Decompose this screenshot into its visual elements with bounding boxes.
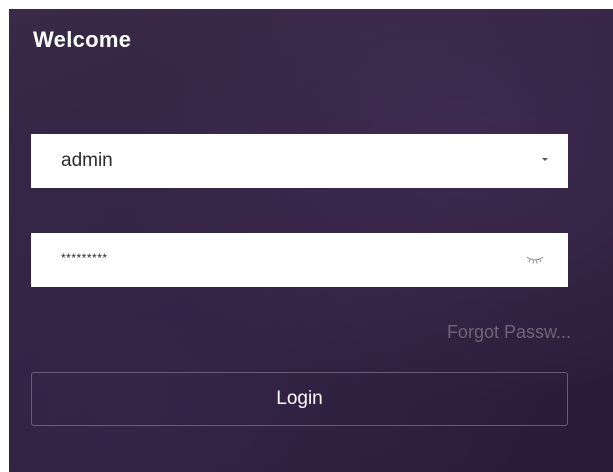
chevron-down-icon[interactable]: [542, 158, 548, 161]
username-value: admin: [61, 150, 113, 171]
login-button[interactable]: Login: [31, 372, 568, 426]
username-select[interactable]: admin: [31, 134, 568, 188]
forgot-password-link[interactable]: Forgot Passw...: [447, 322, 571, 343]
eye-closed-icon[interactable]: [526, 254, 544, 266]
login-panel: Welcome admin ********* Forgot Passw... …: [9, 9, 613, 472]
password-masked-value: *********: [61, 251, 108, 265]
welcome-title: Welcome: [33, 27, 132, 52]
password-field[interactable]: *********: [31, 233, 568, 287]
